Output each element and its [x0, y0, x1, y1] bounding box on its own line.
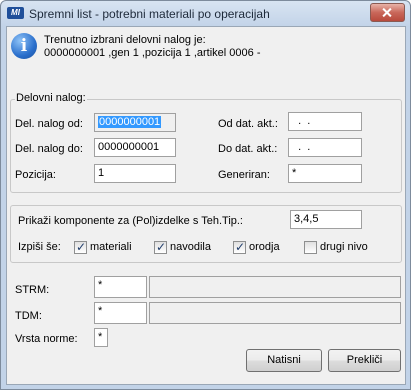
strm-description-field: [149, 276, 401, 298]
tdm-code-field[interactable]: *: [94, 302, 147, 324]
natisni-button[interactable]: Natisni: [246, 349, 322, 372]
window-title: Spremni list - potrebni materiali po ope…: [29, 7, 270, 21]
del-nalog-do-field[interactable]: 0000000001: [94, 138, 176, 157]
strm-code-field[interactable]: *: [94, 276, 147, 298]
delovni-nalog-legend: Delovni nalog:: [15, 92, 87, 104]
dialog-client-area: i Trenutno izbrani delovni nalog je: 000…: [6, 26, 406, 385]
teh-tip-field[interactable]: 3,4,5: [290, 210, 362, 229]
del-nalog-od-label: Del. nalog od:: [15, 118, 83, 130]
tdm-description-field: [149, 302, 401, 324]
tdm-label: TDM:: [15, 310, 42, 322]
vrsta-norme-label: Vrsta norme:: [15, 333, 78, 345]
pozicija-field[interactable]: 1: [94, 164, 176, 183]
dialog-window: MI Spremni list - potrebni materiali po …: [0, 0, 411, 390]
generiran-field[interactable]: *: [288, 164, 362, 183]
orodja-checkbox[interactable]: [233, 240, 246, 254]
materiali-label: materiali: [90, 241, 132, 253]
title-bar[interactable]: MI Spremni list - potrebni materiali po …: [1, 1, 410, 27]
orodja-label: orodja: [249, 241, 280, 253]
pozicija-label: Pozicija:: [15, 169, 56, 181]
close-button[interactable]: [370, 3, 405, 22]
izpisi-se-label: Izpiši še:: [18, 241, 61, 253]
navodila-checkbox[interactable]: [154, 240, 167, 254]
do-dat-akt-label: Do dat. akt.:: [218, 143, 278, 155]
teh-tip-label: Prikaži komponente za (Pol)izdelke s Teh…: [18, 215, 243, 227]
do-dat-akt-field[interactable]: . .: [288, 138, 362, 157]
strm-label: STRM:: [15, 284, 50, 296]
message-line-2: 0000000001 ,gen 1 ,pozicija 1 ,artikel 0…: [44, 47, 261, 59]
app-logo-icon: MI: [7, 7, 24, 19]
del-nalog-do-label: Del. nalog do:: [15, 143, 83, 155]
message-line-1: Trenutno izbrani delovni nalog je:: [44, 34, 206, 46]
del-nalog-od-field[interactable]: 0000000001: [94, 113, 176, 132]
del-nalog-od-value: 0000000001: [98, 116, 162, 128]
od-dat-akt-field[interactable]: . .: [288, 112, 362, 131]
navodila-label: navodila: [170, 241, 211, 253]
drugi-nivo-checkbox[interactable]: [304, 241, 317, 254]
materiali-checkbox[interactable]: [74, 240, 87, 254]
od-dat-akt-label: Od dat. akt.:: [218, 118, 278, 130]
vrsta-norme-field[interactable]: *: [94, 328, 108, 347]
preklici-button[interactable]: Prekliči: [328, 349, 401, 372]
generiran-label: Generiran:: [218, 169, 270, 181]
info-icon: i: [11, 33, 37, 59]
drugi-nivo-label: drugi nivo: [320, 241, 368, 253]
